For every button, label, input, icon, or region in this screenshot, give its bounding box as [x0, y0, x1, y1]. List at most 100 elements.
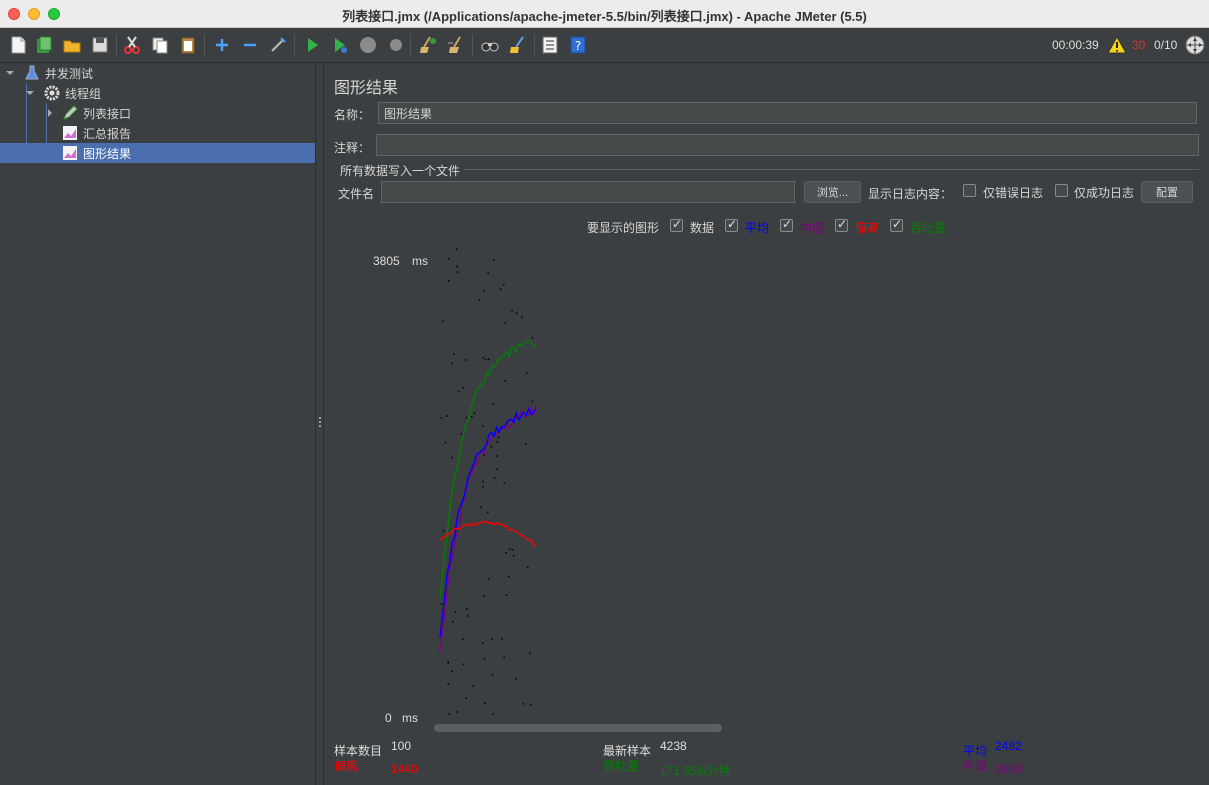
open-button[interactable] — [60, 33, 84, 57]
wand-icon — [271, 37, 286, 52]
templates-icon — [37, 36, 52, 53]
data-point — [504, 380, 506, 382]
save-button[interactable] — [88, 33, 112, 57]
broom-clear-all-icon — [448, 36, 461, 53]
toggle-button[interactable] — [266, 33, 290, 57]
data-point — [503, 482, 506, 484]
svg-text:?: ? — [575, 39, 581, 53]
comment-input[interactable] — [376, 134, 1199, 156]
tree-item-label: 并发测试 — [45, 66, 94, 81]
start-button[interactable] — [300, 33, 324, 57]
tree-item-thread-group[interactable]: 线程组 — [0, 83, 315, 103]
splitter-handle[interactable] — [319, 417, 321, 429]
title-bar: 列表接口.jmx (/Applications/apache-jmeter-5.… — [0, 0, 1209, 28]
name-label: 名称： — [334, 108, 371, 122]
data-point — [478, 299, 481, 301]
panel-splitter[interactable] — [315, 63, 324, 785]
toolbar: ? 00:00:39 30 0/10 — [0, 28, 1209, 63]
data-point — [492, 713, 494, 715]
median-checkbox[interactable] — [780, 217, 793, 232]
copy-button[interactable] — [148, 33, 172, 57]
errors-only-label: 仅错误日志 — [983, 186, 1044, 200]
data-point — [484, 702, 486, 704]
data-point — [482, 481, 484, 483]
data-point — [497, 436, 500, 439]
page-title: 图形结果 — [334, 80, 399, 97]
data-point — [440, 417, 443, 419]
data-point — [482, 486, 484, 488]
tree-item-label: 线程组 — [65, 86, 102, 101]
data-point — [531, 400, 534, 403]
sample-count-value: 100 — [391, 739, 412, 753]
data-point — [447, 257, 450, 260]
data-point — [530, 703, 532, 706]
data-point — [472, 685, 474, 687]
errors-only-checkbox[interactable] — [963, 184, 976, 197]
data-point — [466, 608, 468, 610]
tree-item-summary-report[interactable]: 汇总报告 — [0, 123, 315, 143]
new-file-button[interactable] — [6, 33, 30, 57]
elapsed-timer: 00:00:39 — [1052, 38, 1099, 52]
reset-search-button[interactable] — [506, 33, 530, 57]
collapse-all-button[interactable] — [238, 33, 262, 57]
shutdown-icon — [390, 39, 402, 51]
tree-item-label: 汇总报告 — [83, 126, 132, 141]
paste-button[interactable] — [176, 33, 200, 57]
data-point — [515, 312, 518, 314]
deviation-label: 偏离 — [334, 759, 359, 773]
shutdown-button[interactable] — [384, 33, 408, 57]
chevron-right-icon[interactable] — [44, 107, 56, 119]
binoculars-icon — [481, 42, 499, 52]
clear-button[interactable] — [416, 33, 440, 57]
browse-button[interactable]: 浏览... — [804, 181, 861, 203]
active-threads: 0/10 — [1154, 38, 1178, 52]
start-no-pauses-button[interactable] — [328, 33, 352, 57]
search-button[interactable] — [478, 33, 502, 57]
tree-item-test-plan[interactable]: 并发测试 — [0, 63, 315, 83]
throughput-checkbox[interactable] — [890, 217, 903, 232]
data-point — [483, 658, 486, 660]
data-point — [487, 272, 489, 274]
data-point — [483, 290, 485, 292]
data-point — [485, 358, 487, 361]
cut-button[interactable] — [120, 33, 144, 57]
function-helper-button[interactable] — [538, 33, 562, 57]
success-only-checkbox[interactable] — [1055, 184, 1068, 197]
window-title: 列表接口.jmx (/Applications/apache-jmeter-5.… — [342, 9, 867, 24]
tree-item-graph-results[interactable]: 图形结果 — [0, 143, 315, 163]
tree-item-list-api[interactable]: 列表接口 — [0, 103, 315, 123]
error-count: 30 — [1132, 38, 1146, 52]
help-button[interactable]: ? — [566, 33, 590, 57]
data-point — [490, 446, 493, 448]
data-point — [465, 416, 468, 419]
clear-all-button[interactable] — [444, 33, 468, 57]
data-point — [453, 353, 455, 355]
name-input[interactable] — [378, 102, 1197, 124]
file-group-title: 所有数据写入一个文件 — [340, 164, 461, 178]
expand-all-button[interactable] — [210, 33, 234, 57]
data-point — [482, 357, 485, 359]
graph-horizontal-scrollbar[interactable] — [434, 724, 722, 732]
data-point — [515, 677, 518, 680]
flask-icon — [25, 65, 39, 80]
average-checkbox[interactable] — [725, 217, 738, 232]
data-point — [507, 575, 510, 578]
chevron-down-icon[interactable] — [4, 67, 16, 79]
stop-button[interactable] — [356, 33, 380, 57]
data-point — [505, 594, 508, 596]
data-point — [446, 415, 448, 417]
templates-button[interactable] — [32, 33, 56, 57]
filename-input[interactable] — [381, 181, 795, 203]
configure-button[interactable]: 配置 — [1141, 181, 1193, 203]
data-point — [456, 265, 458, 268]
data-point — [508, 548, 511, 550]
remote-globe-icon[interactable] — [1184, 34, 1206, 56]
warning-icon[interactable] — [1107, 35, 1127, 55]
data-point — [456, 271, 459, 273]
chevron-down-icon[interactable] — [24, 87, 36, 99]
data-checkbox[interactable] — [670, 217, 683, 232]
legend-throughput-label: 吞吐量 — [910, 221, 947, 235]
paste-icon — [181, 37, 195, 54]
scissors-icon — [124, 36, 140, 54]
deviation-checkbox[interactable] — [835, 217, 848, 232]
